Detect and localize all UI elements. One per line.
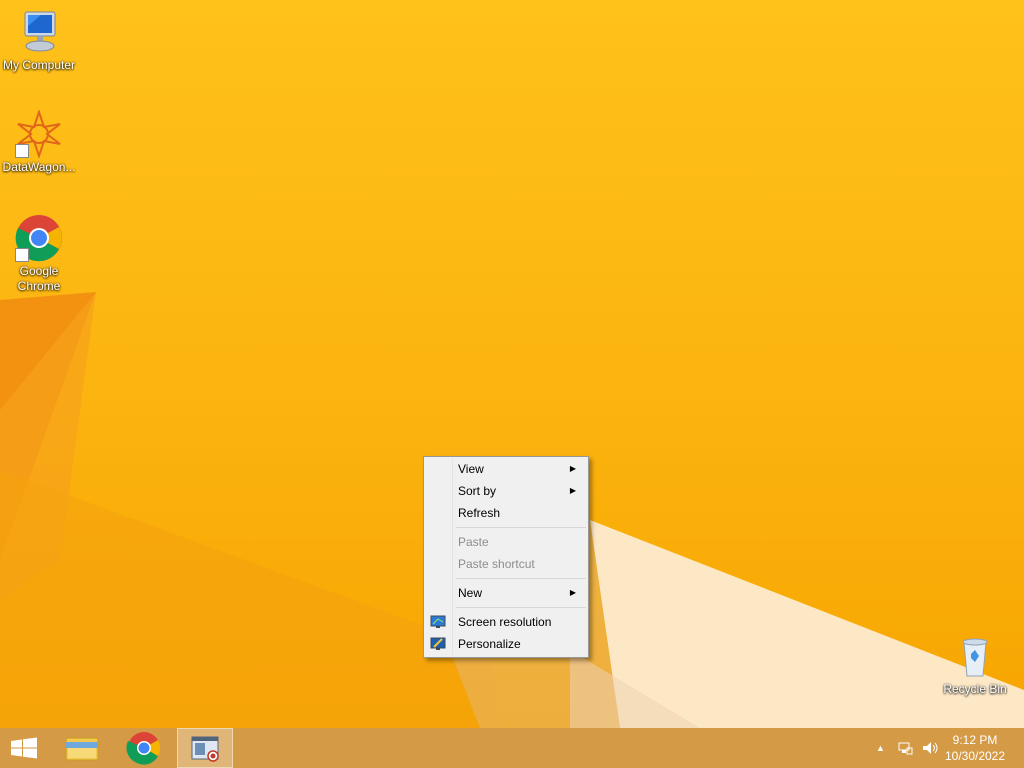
menu-separator [456,607,586,608]
desktop[interactable]: My Computer DataWagon... Google Chrome R… [0,0,1024,728]
menu-separator [456,578,586,579]
recycle-bin-label: Recycle Bin [943,682,1007,696]
clock-time: 9:12 PM [952,733,998,747]
app-window-icon [191,736,219,762]
folder-icon [65,737,99,761]
menu-item-label: Sort by [458,484,497,498]
google-chrome-label: Google Chrome [17,264,61,293]
menu-item-label: Personalize [458,637,521,651]
datawagon-label: DataWagon... [2,160,76,174]
chrome-icon [15,214,63,262]
datawagon-icon [15,108,63,160]
recycle-bin-shortcut[interactable]: Recycle Bin [935,632,1015,697]
menu-item-view[interactable]: View ▶ [426,458,586,480]
network-icon[interactable] [897,740,913,759]
my-computer-shortcut[interactable]: My Computer [0,8,79,73]
recycle-bin-icon [951,632,999,680]
chrome-icon [126,732,161,765]
menu-item-label: View [458,462,484,476]
submenu-arrow-icon: ▶ [569,486,576,495]
menu-item-paste-shortcut[interactable]: Paste shortcut [426,553,586,575]
google-chrome-shortcut[interactable]: Google Chrome [0,214,79,294]
menu-separator [456,527,586,528]
menu-item-personalize[interactable]: Personalize [426,633,586,655]
datawagon-shortcut[interactable]: DataWagon... [0,108,79,175]
my-computer-label: My Computer [2,58,76,72]
personalize-icon [430,636,446,652]
shortcut-arrow-icon [15,144,29,158]
menu-item-sort-by[interactable]: Sort by ▶ [426,480,586,502]
monitor-icon [430,614,446,630]
desktop-context-menu: View ▶ Sort by ▶ Refresh Paste Paste sho… [423,456,589,658]
menu-item-label: Paste shortcut [458,557,535,571]
menu-item-label: Screen resolution [458,615,552,629]
start-button[interactable] [0,728,48,768]
submenu-arrow-icon: ▶ [569,464,576,473]
menu-item-label: New [458,586,483,600]
taskbar-file-explorer-button[interactable] [54,728,110,768]
menu-item-new[interactable]: New ▶ [426,582,586,604]
taskbar-active-app-button[interactable] [177,728,233,768]
volume-icon[interactable] [921,740,939,759]
menu-item-screen-resolution[interactable]: Screen resolution [426,611,586,633]
clock-date: 10/30/2022 [944,749,1006,763]
menu-item-refresh[interactable]: Refresh [426,502,586,524]
taskbar-chrome-button[interactable] [116,728,172,768]
taskbar: ▲ 9:12 PM 10/30/2022 [0,728,1024,768]
computer-icon [15,8,63,56]
windows-logo-icon [11,737,37,759]
menu-item-paste[interactable]: Paste [426,531,586,553]
taskbar-clock[interactable]: 9:12 PM 10/30/2022 [940,732,1010,764]
shortcut-arrow-icon [15,248,29,262]
menu-item-label: Refresh [458,506,501,520]
menu-item-label: Paste [458,535,489,549]
show-hidden-icons-button[interactable]: ▲ [876,743,885,753]
submenu-arrow-icon: ▶ [569,588,576,597]
